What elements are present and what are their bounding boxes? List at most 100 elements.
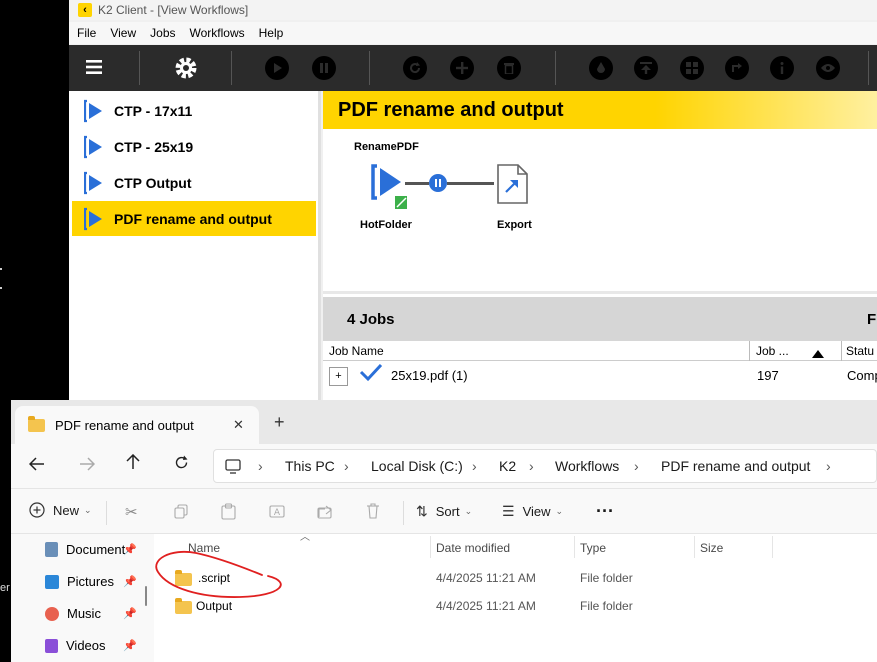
export-node[interactable] xyxy=(496,163,530,205)
workflow-item[interactable]: CTP Output xyxy=(72,165,316,200)
nav-item-videos[interactable]: Videos 📌 xyxy=(45,638,137,653)
refresh-icon[interactable] xyxy=(174,455,189,475)
refresh-icon[interactable] xyxy=(403,56,427,80)
menu-view[interactable]: View xyxy=(110,26,136,40)
view-lines-icon: ☰ xyxy=(502,503,515,519)
breadcrumb-local-disk[interactable]: Local Disk (C:) xyxy=(371,458,463,474)
breadcrumb-this-pc[interactable]: This PC xyxy=(285,458,335,474)
play-icon[interactable] xyxy=(265,56,289,80)
breadcrumb-current-folder[interactable]: PDF rename and output xyxy=(661,458,810,474)
nav-item-documents[interactable]: Document 📌 xyxy=(45,542,137,557)
jobs-panel: 4 Jobs F Job Name Job ... Statu + 25x19.… xyxy=(323,291,877,400)
hotfolder-node-icon xyxy=(371,164,408,209)
close-tab-icon[interactable]: ✕ xyxy=(233,417,244,433)
folder-icon xyxy=(175,570,192,586)
toolbar xyxy=(69,45,877,91)
menu-file[interactable]: File xyxy=(77,26,96,40)
job-status: Comp xyxy=(847,368,877,383)
column-name[interactable]: Name xyxy=(188,541,220,555)
hotfolder-play-icon xyxy=(83,135,104,159)
pictures-icon xyxy=(45,574,59,589)
upload-icon[interactable] xyxy=(634,56,658,80)
column-type[interactable]: Type xyxy=(580,541,606,555)
music-icon xyxy=(45,606,59,621)
file-type: File folder xyxy=(580,571,633,585)
breadcrumb-k2[interactable]: K2 xyxy=(499,458,516,474)
background-text-fragment: er xyxy=(0,582,10,594)
completed-check-icon xyxy=(359,363,383,385)
new-tab-button[interactable]: + xyxy=(274,412,285,433)
file-name: .script xyxy=(198,571,231,585)
hotfolder-node[interactable] xyxy=(371,164,408,210)
column-job-name[interactable]: Job Name xyxy=(329,344,384,358)
chevron-down-icon: ⌄ xyxy=(464,506,473,516)
file-row[interactable]: .script 4/4/2025 11:21 AM File folder xyxy=(154,566,877,590)
copy-icon[interactable] xyxy=(174,504,189,519)
workflow-item[interactable]: CTP - 25x19 xyxy=(72,129,316,164)
pin-icon[interactable]: 📌 xyxy=(123,607,137,620)
view-button[interactable]: ☰ View ⌄ xyxy=(502,503,563,520)
nav-label: Pictures xyxy=(67,574,114,589)
file-date: 4/4/2025 11:21 AM xyxy=(436,599,536,613)
nav-item-pictures[interactable]: Pictures 📌 xyxy=(45,574,137,589)
menu-jobs[interactable]: Jobs xyxy=(150,26,175,40)
menu-workflows[interactable]: Workflows xyxy=(190,26,245,40)
flow-connector xyxy=(447,182,494,185)
file-row[interactable]: Output 4/4/2025 11:21 AM File folder xyxy=(154,594,877,618)
menu-icon[interactable] xyxy=(86,59,102,80)
menu-help[interactable]: Help xyxy=(259,26,284,40)
jobs-column-header: Job Name Job ... Statu xyxy=(323,341,877,361)
pin-icon[interactable]: 📌 xyxy=(123,575,137,588)
job-number: 197 xyxy=(757,368,779,383)
column-size[interactable]: Size xyxy=(700,541,723,555)
nav-label: Music xyxy=(67,606,101,621)
rename-icon[interactable]: A xyxy=(269,504,285,519)
delete-icon[interactable] xyxy=(497,56,521,80)
pin-icon[interactable]: 📌 xyxy=(123,543,137,556)
share-icon[interactable] xyxy=(317,504,333,519)
chevron-right-icon[interactable]: › xyxy=(826,458,831,474)
add-circle-icon xyxy=(29,502,45,518)
expand-row-button[interactable]: + xyxy=(329,367,348,386)
flow-top-label: RenamePDF xyxy=(354,141,419,153)
pin-icon[interactable]: 📌 xyxy=(123,639,137,652)
address-bar[interactable]: › This PC › Local Disk (C:) › K2 › Workf… xyxy=(213,449,877,483)
forward-arrow-icon[interactable] xyxy=(79,456,96,476)
column-date-modified[interactable]: Date modified xyxy=(436,541,510,555)
cut-icon[interactable]: ✂ xyxy=(125,503,138,521)
file-date: 4/4/2025 11:21 AM xyxy=(436,571,536,585)
ink-drop-icon[interactable] xyxy=(589,56,613,80)
job-row[interactable]: + 25x19.pdf (1) 197 Comp xyxy=(323,363,877,398)
eye-icon[interactable] xyxy=(816,56,840,80)
settings-gear-icon[interactable] xyxy=(173,55,199,86)
nav-item-music[interactable]: Music 📌 xyxy=(45,606,137,621)
pause-node-icon[interactable] xyxy=(429,174,447,192)
more-options-icon[interactable]: ··· xyxy=(596,501,614,522)
workflow-item[interactable]: CTP - 17x11 xyxy=(72,93,316,128)
breadcrumb-workflows[interactable]: Workflows xyxy=(555,458,619,474)
navigation-pane: Document 📌 Pictures 📌 Music 📌 Videos 📌 xyxy=(11,534,154,662)
sort-ascending-icon[interactable] xyxy=(812,347,824,361)
collapse-chevron-icon[interactable]: ︿ xyxy=(300,528,310,543)
nav-scrollbar[interactable] xyxy=(145,586,147,606)
column-status[interactable]: Statu xyxy=(846,344,874,358)
add-icon[interactable] xyxy=(450,56,474,80)
documents-icon xyxy=(45,542,58,557)
nav-label: Videos xyxy=(66,638,106,653)
delete-icon[interactable] xyxy=(366,503,380,519)
grid-icon[interactable] xyxy=(680,56,704,80)
chevron-right-icon: › xyxy=(344,458,349,474)
column-job-number[interactable]: Job ... xyxy=(756,344,789,358)
info-icon[interactable] xyxy=(770,56,794,80)
back-arrow-icon[interactable] xyxy=(28,456,45,476)
workflow-item-selected[interactable]: PDF rename and output xyxy=(72,201,316,236)
up-arrow-icon[interactable] xyxy=(126,453,140,475)
export-icon[interactable] xyxy=(725,56,749,80)
paste-icon[interactable] xyxy=(221,503,236,520)
sort-button[interactable]: ⇅ Sort ⌄ xyxy=(416,503,472,520)
new-button[interactable]: New ⌄ xyxy=(29,502,92,518)
file-list: ︿ Name Date modified Type Size .script 4… xyxy=(154,532,877,662)
pause-icon[interactable] xyxy=(312,56,336,80)
chevron-right-icon: › xyxy=(472,458,477,474)
explorer-tab[interactable]: PDF rename and output ✕ xyxy=(15,406,259,444)
